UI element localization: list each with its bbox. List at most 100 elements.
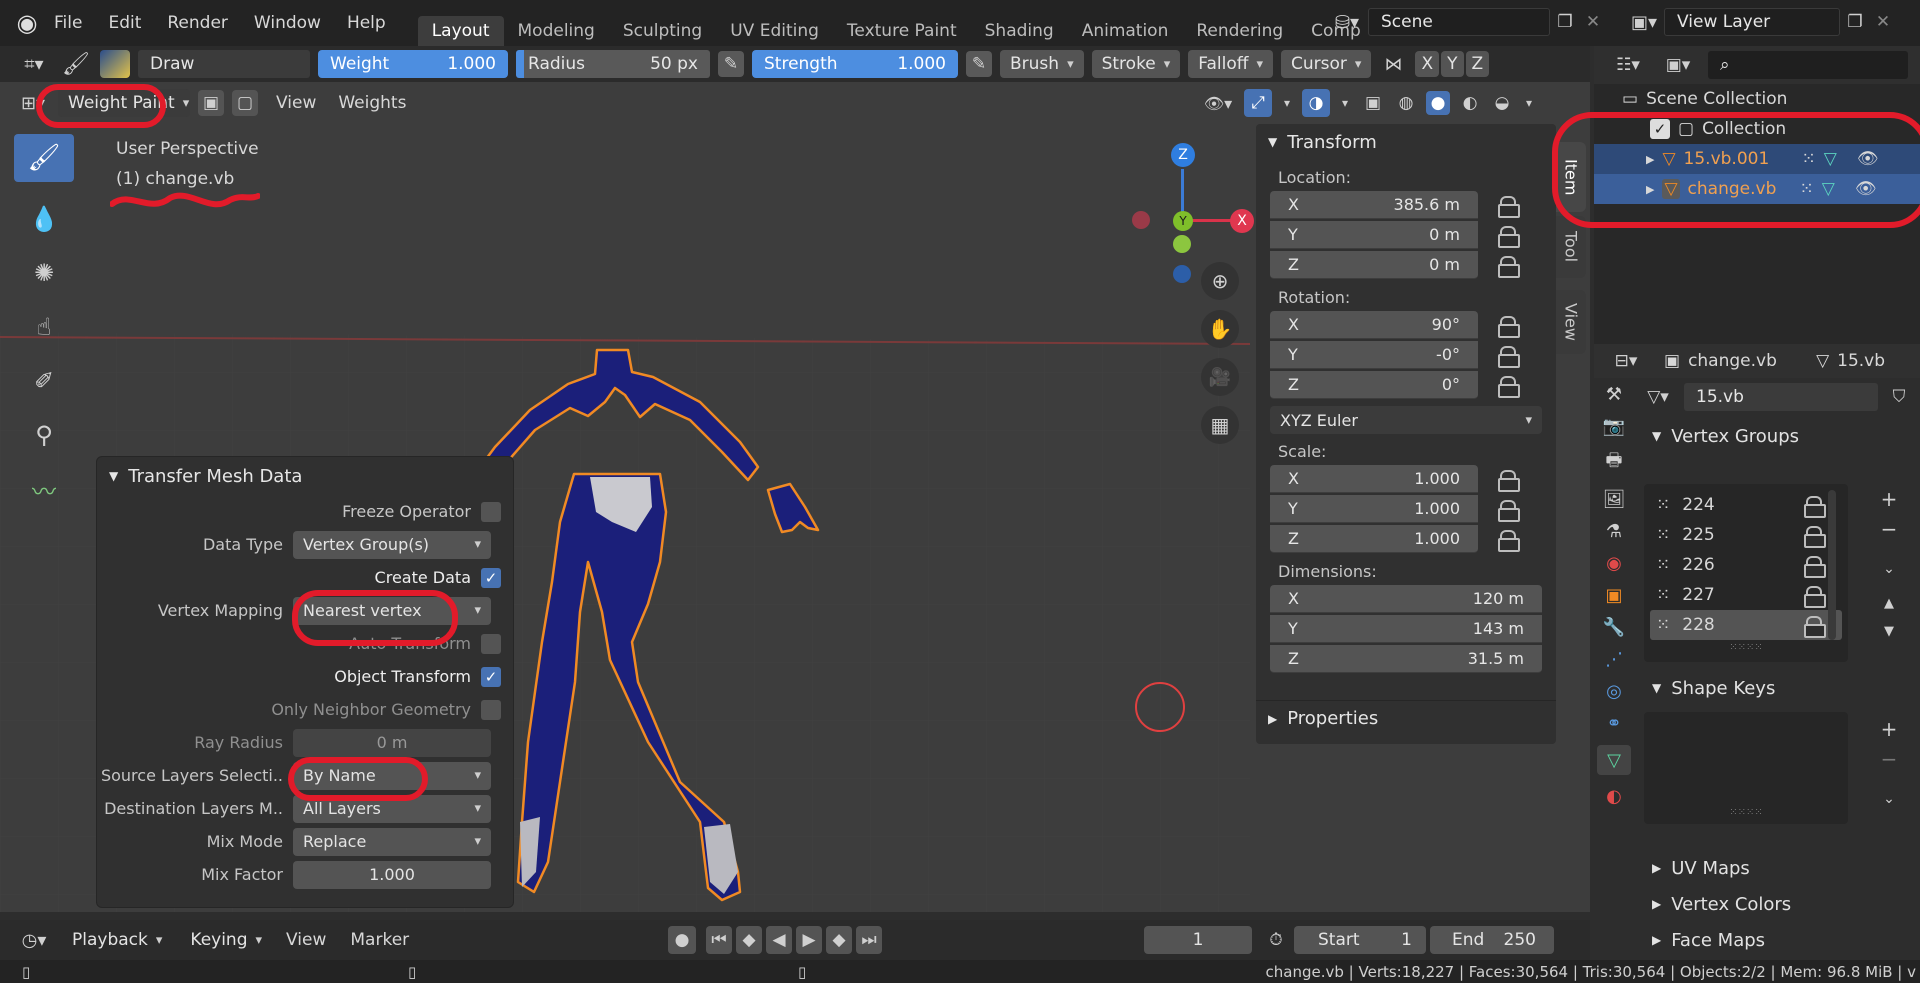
weight-slider[interactable]: Weight 1.000	[318, 50, 508, 78]
brush-preview-icon[interactable]	[100, 50, 130, 78]
mirror-y-toggle[interactable]: Y	[1441, 51, 1464, 77]
tab-sculpting[interactable]: Sculpting	[609, 16, 716, 46]
operator-panel-header[interactable]: ▼ Transfer Mesh Data	[97, 457, 513, 495]
list-item[interactable]: ⁙ 228	[1650, 610, 1842, 640]
auto-transform-checkbox[interactable]	[481, 633, 501, 654]
outliner-search-input[interactable]: ⌕	[1708, 51, 1908, 79]
mesh-browse-icon[interactable]: ▽▾	[1638, 387, 1678, 407]
jump-end-icon[interactable]: ⏭	[856, 926, 882, 954]
physics-props-icon[interactable]: ◎	[1606, 681, 1622, 702]
mesh-name-field[interactable]: 15.vb	[1684, 383, 1878, 411]
lock-icon[interactable]	[1498, 256, 1520, 278]
tab-layout[interactable]: Layout	[417, 16, 504, 46]
uv-maps-header[interactable]: ▶ UV Maps	[1638, 852, 1920, 884]
constraint-props-icon[interactable]: ⚭	[1606, 713, 1621, 734]
delete-view-layer-icon[interactable]: ✕	[1870, 12, 1896, 32]
scale-z-field[interactable]: Z 1.000	[1270, 525, 1478, 553]
average-tool-icon[interactable]: ✺	[27, 256, 61, 290]
delete-scene-icon[interactable]: ✕	[1580, 12, 1606, 32]
vertex-group-specials-icon[interactable]: ⌄	[1876, 556, 1902, 582]
playback-menu[interactable]: Playback	[62, 926, 172, 954]
tab-view[interactable]: View	[1556, 290, 1586, 354]
lock-icon[interactable]	[1804, 556, 1827, 578]
mix-factor-field[interactable]: 1.000	[293, 860, 491, 889]
vertex-mask-icon[interactable]: ▢	[232, 90, 258, 116]
lock-icon[interactable]	[1498, 196, 1520, 218]
remove-shape-key-icon[interactable]: −	[1876, 746, 1902, 772]
location-z-field[interactable]: Z 0 m	[1270, 251, 1478, 279]
next-keyframe-icon[interactable]: ◆	[826, 926, 852, 954]
rotation-z-field[interactable]: Z 0°	[1270, 371, 1478, 399]
scene-icon[interactable]: ⛁▾	[1326, 12, 1368, 33]
overlay-dropdown-icon[interactable]: ▾	[1338, 96, 1352, 110]
particles-props-icon[interactable]: ⋰	[1605, 649, 1623, 670]
zoom-icon[interactable]: ⊕	[1201, 262, 1239, 300]
navigation-gizmo[interactable]: Z X Y	[1120, 137, 1254, 283]
menu-edit[interactable]: Edit	[108, 13, 141, 33]
only-neighbor-checkbox[interactable]	[481, 699, 501, 720]
material-props-icon[interactable]: ◐	[1606, 786, 1622, 807]
outliner-object-row-1[interactable]: ▶ ▽ 15.vb.001 ⁙ ▽ 👁	[1594, 144, 1920, 174]
blender-logo-icon[interactable]: ◉	[0, 9, 54, 37]
menu-file[interactable]: File	[54, 13, 82, 33]
rotation-mode-dropdown[interactable]: XYZ Euler	[1270, 406, 1542, 434]
move-up-icon[interactable]: ▲	[1876, 590, 1902, 616]
expand-arrow-icon[interactable]: ▶	[1646, 183, 1654, 196]
dimensions-x-field[interactable]: X 120 m	[1270, 585, 1542, 613]
dimensions-z-field[interactable]: Z 31.5 m	[1270, 645, 1542, 673]
move-down-icon[interactable]: ▼	[1876, 620, 1902, 642]
jump-start-icon[interactable]: ⏮	[706, 926, 732, 954]
lock-icon[interactable]	[1498, 530, 1520, 552]
play-icon[interactable]: ▶	[796, 926, 822, 954]
add-vertex-group-icon[interactable]: +	[1876, 486, 1902, 512]
display-mode-icon[interactable]: ▣▾	[1658, 55, 1698, 75]
annotate-tool-icon[interactable]: 〰	[27, 472, 61, 506]
menu-window[interactable]: Window	[254, 13, 321, 33]
face-mask-icon[interactable]: ▣	[198, 90, 224, 116]
shading-dropdown-icon[interactable]: ▾	[1522, 96, 1536, 110]
list-item[interactable]: ⁙ 226	[1650, 550, 1842, 580]
output-props-icon[interactable]: 🖶	[1606, 448, 1623, 478]
freeze-checkbox[interactable]	[481, 501, 501, 522]
scene-props-icon[interactable]: ⚗	[1606, 521, 1622, 542]
fake-user-icon[interactable]: ⛉	[1884, 387, 1914, 407]
tool-props-icon[interactable]: ⚒	[1606, 384, 1622, 405]
lock-icon[interactable]	[1804, 526, 1827, 548]
play-reverse-icon[interactable]: ◀	[766, 926, 792, 954]
cursor-menu[interactable]: Cursor	[1281, 50, 1372, 78]
menu-render[interactable]: Render	[167, 13, 228, 33]
outliner-editor-icon[interactable]: ☷▾	[1608, 55, 1648, 75]
vertex-group-scrollbar[interactable]	[1828, 490, 1836, 640]
solid-shading-icon[interactable]: ●	[1426, 91, 1450, 115]
gizmo-neg-z[interactable]	[1173, 265, 1191, 283]
material-shading-icon[interactable]: ◐	[1458, 93, 1482, 113]
blur-tool-icon[interactable]: 💧	[27, 202, 61, 236]
tab-animation[interactable]: Animation	[1068, 16, 1183, 46]
gradient-tool-icon[interactable]: ✐	[27, 364, 61, 398]
brush-tool-icon[interactable]: 🖌	[60, 52, 92, 77]
ortho-grid-icon[interactable]: ▦	[1201, 406, 1239, 444]
object-props-icon[interactable]: ▣	[1605, 585, 1622, 606]
scale-x-field[interactable]: X 1.000	[1270, 465, 1478, 493]
list-resize-handle[interactable]: ⁙⁙⁙⁙	[1650, 642, 1842, 653]
wireframe-shading-icon[interactable]: ◍	[1394, 93, 1418, 113]
rotation-x-field[interactable]: X 90°	[1270, 311, 1478, 339]
tab-uv-editing[interactable]: UV Editing	[716, 16, 833, 46]
scene-collection-row[interactable]: ▭ Scene Collection	[1594, 84, 1920, 114]
header-menu-weights[interactable]: Weights	[338, 93, 406, 113]
view-layer-icon[interactable]: ▣▾	[1624, 12, 1664, 33]
gizmo-toggle-icon[interactable]: ⤢	[1244, 89, 1272, 117]
mode-selector[interactable]: Weight Paint	[58, 89, 190, 117]
outliner-object-row-2[interactable]: ▶ ▽ change.vb ⁙ ▽ 👁	[1594, 174, 1920, 204]
shape-keys-header[interactable]: ▼ Shape Keys	[1638, 672, 1920, 704]
shape-keys-resize-handle[interactable]: ⁙⁙⁙⁙	[1644, 807, 1848, 818]
dest-layers-dropdown[interactable]: All Layers	[293, 794, 491, 823]
editor-type-icon[interactable]: ⊞▾	[16, 93, 50, 114]
prev-keyframe-icon[interactable]: ◆	[736, 926, 762, 954]
radius-pressure-icon[interactable]: ✎	[718, 51, 744, 77]
visibility-eye-icon[interactable]: 👁	[1857, 149, 1879, 169]
strength-pressure-icon[interactable]: ✎	[966, 51, 992, 77]
brush-menu[interactable]: Brush	[1000, 50, 1084, 78]
tool-settings-icon[interactable]: ⌗▾	[16, 54, 52, 75]
scene-name-field[interactable]: Scene	[1368, 8, 1550, 36]
